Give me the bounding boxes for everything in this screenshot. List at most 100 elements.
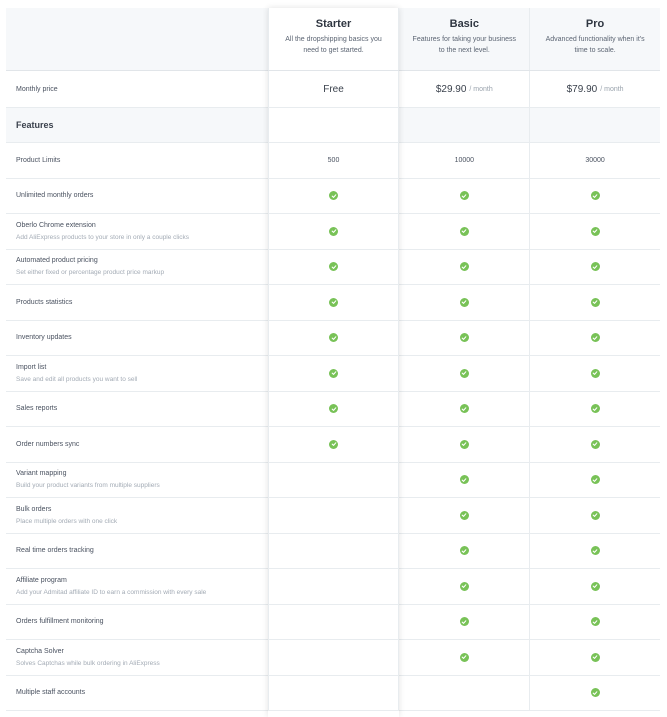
feature-label-cell: Bulk orders Place multiple orders with on… bbox=[6, 498, 268, 533]
feature-row: Sales reports bbox=[6, 391, 660, 427]
feature-label-cell: Real time orders tracking bbox=[6, 534, 268, 569]
feature-sublabel: Place multiple orders with one click bbox=[16, 517, 118, 525]
check-circle-icon bbox=[459, 546, 469, 556]
feature-cell-starter bbox=[267, 249, 399, 284]
price-value: $29.90 bbox=[435, 83, 467, 95]
check-circle-icon bbox=[590, 652, 600, 662]
check-circle-icon bbox=[329, 262, 338, 272]
feature-rows: Unlimited monthly orders Oberlo Chrome ex… bbox=[6, 178, 660, 711]
feature-label: Unlimited monthly orders bbox=[16, 192, 94, 200]
product-limits-row: Product Limits 500 10000 30000 bbox=[6, 143, 660, 179]
plan-header-starter: Starter All the dropshipping basics you … bbox=[267, 8, 399, 70]
feature-label: Automated product pricing bbox=[16, 257, 98, 265]
limit-value: 10000 bbox=[454, 156, 475, 164]
feature-cell-pro bbox=[529, 178, 660, 213]
feature-cell-pro bbox=[529, 320, 660, 355]
price-value: $79.90 bbox=[566, 83, 598, 95]
plan-name: Starter bbox=[315, 18, 352, 30]
check-circle-icon bbox=[590, 617, 600, 627]
feature-row: Unlimited monthly orders bbox=[6, 178, 660, 214]
feature-cell-basic bbox=[398, 427, 529, 462]
feature-cell-starter bbox=[267, 178, 399, 213]
check-circle-icon bbox=[459, 333, 469, 343]
price-pro: $79.90 / month bbox=[529, 71, 660, 107]
plan-header-row: Starter All the dropshipping basics you … bbox=[6, 8, 660, 71]
feature-cell-pro bbox=[529, 498, 660, 533]
check-circle-icon bbox=[329, 297, 338, 307]
feature-row: Real time orders tracking bbox=[6, 533, 660, 569]
limit-basic: 10000 bbox=[398, 143, 529, 178]
feature-cell-starter bbox=[267, 569, 399, 604]
feature-label: Sales reports bbox=[16, 405, 58, 413]
feature-label: Bulk orders bbox=[16, 505, 52, 513]
check-circle-icon bbox=[590, 333, 600, 343]
plan-header-pro: Pro Advanced functionality when it's tim… bbox=[529, 8, 660, 70]
feature-label-cell: Unlimited monthly orders bbox=[6, 179, 268, 214]
features-section-row: Features bbox=[6, 108, 660, 143]
pricing-table: Starter All the dropshipping basics you … bbox=[6, 8, 660, 711]
section-title: Features bbox=[16, 120, 54, 130]
price-starter: Free bbox=[267, 71, 399, 107]
feature-row: Variant mapping Build your product varian… bbox=[6, 462, 660, 498]
price-unit: / month bbox=[469, 85, 493, 93]
check-circle-icon bbox=[459, 581, 469, 591]
check-circle-icon bbox=[590, 368, 600, 378]
feature-label-cell: Order numbers sync bbox=[6, 427, 268, 462]
feature-sublabel: Save and edit all products you want to s… bbox=[16, 375, 138, 383]
feature-label: Import list bbox=[16, 363, 47, 371]
feature-cell-starter bbox=[267, 604, 399, 639]
plan-name: Basic bbox=[449, 18, 479, 30]
feature-cell-basic bbox=[398, 498, 529, 533]
feature-sublabel: Set either fixed or percentage product p… bbox=[16, 269, 165, 277]
price-unit: / month bbox=[600, 85, 624, 93]
feature-label-cell: Inventory updates bbox=[6, 321, 268, 356]
feature-cell-pro bbox=[529, 427, 660, 462]
feature-label: Inventory updates bbox=[16, 334, 72, 342]
check-circle-icon bbox=[459, 368, 469, 378]
feature-row: Order numbers sync bbox=[6, 427, 660, 463]
feature-cell-starter bbox=[267, 462, 399, 497]
feature-label: Multiple staff accounts bbox=[16, 689, 86, 697]
feature-label-cell: Oberlo Chrome extension Add AliExpress pr… bbox=[6, 214, 268, 249]
feature-label: Variant mapping bbox=[16, 470, 67, 478]
feature-cell-basic bbox=[398, 285, 529, 320]
check-circle-icon bbox=[590, 546, 600, 556]
feature-cell-pro bbox=[529, 533, 660, 568]
feature-cell-starter bbox=[267, 498, 399, 533]
feature-cell-basic bbox=[398, 675, 529, 710]
check-circle-icon bbox=[459, 226, 469, 236]
check-circle-icon bbox=[590, 226, 600, 236]
check-circle-icon bbox=[329, 333, 338, 343]
check-circle-icon bbox=[329, 439, 338, 449]
feature-cell-pro bbox=[529, 214, 660, 249]
feature-cell-starter bbox=[267, 356, 399, 391]
plan-description: Advanced functionality when it's time to… bbox=[545, 36, 645, 54]
feature-cell-pro bbox=[529, 249, 660, 284]
feature-cell-pro bbox=[529, 285, 660, 320]
feature-label-cell: Affiliate program Add your Admitad affili… bbox=[6, 569, 268, 604]
check-circle-icon bbox=[329, 368, 338, 378]
section-label-cell: Features bbox=[6, 108, 268, 142]
limit-starter: 500 bbox=[267, 143, 399, 178]
feature-cell-starter bbox=[267, 214, 399, 249]
check-circle-icon bbox=[459, 652, 469, 662]
feature-cell-basic bbox=[398, 391, 529, 426]
feature-cell-basic bbox=[398, 462, 529, 497]
price-value: Free bbox=[323, 83, 344, 95]
check-circle-icon bbox=[459, 475, 469, 485]
feature-cell-starter bbox=[267, 391, 399, 426]
feature-cell-basic bbox=[398, 320, 529, 355]
feature-row: Oberlo Chrome extension Add AliExpress pr… bbox=[6, 214, 660, 250]
feature-cell-pro bbox=[529, 462, 660, 497]
feature-sublabel: Add your Admitad affiliate ID to earn a … bbox=[16, 588, 207, 596]
check-circle-icon bbox=[459, 510, 469, 520]
feature-label-cell: Sales reports bbox=[6, 392, 268, 427]
check-circle-icon bbox=[459, 617, 469, 627]
check-circle-icon bbox=[590, 297, 600, 307]
check-circle-icon bbox=[590, 475, 600, 485]
feature-cell-basic bbox=[398, 604, 529, 639]
check-circle-icon bbox=[329, 404, 338, 414]
feature-cell-starter bbox=[267, 640, 399, 675]
price-row: Monthly price Free $29.90 / month $79.90… bbox=[6, 71, 660, 108]
feature-row: Products statistics bbox=[6, 285, 660, 321]
